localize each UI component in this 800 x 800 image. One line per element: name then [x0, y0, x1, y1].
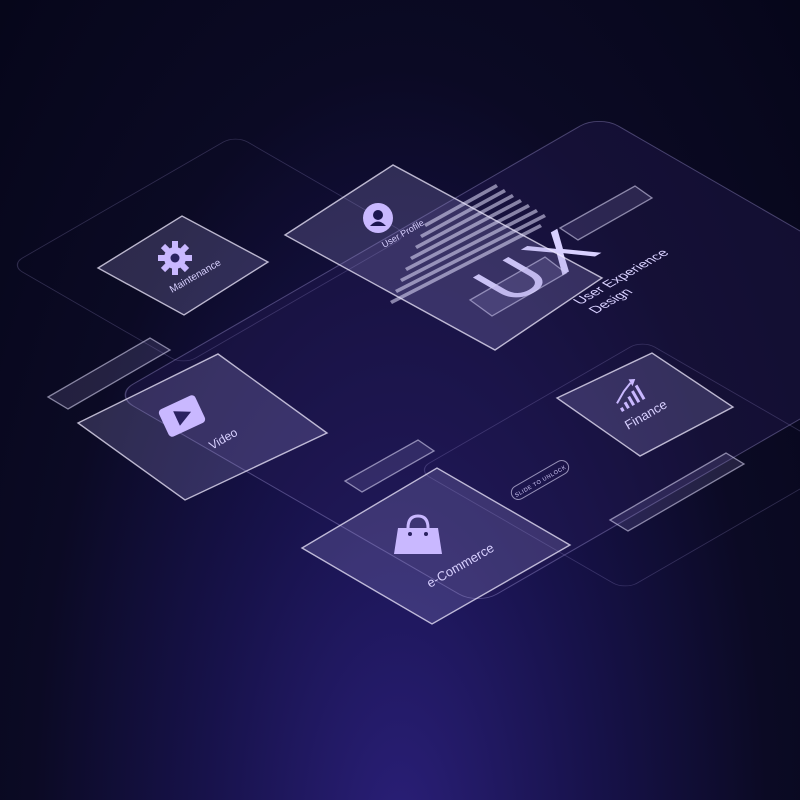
isometric-ux-scene: UX User Experience Design SLIDE TO UNLOC…	[16, 121, 800, 625]
gear-icon	[158, 241, 192, 275]
user-icon	[363, 203, 393, 233]
maintenance-card[interactable]: Maintenance	[96, 215, 270, 316]
